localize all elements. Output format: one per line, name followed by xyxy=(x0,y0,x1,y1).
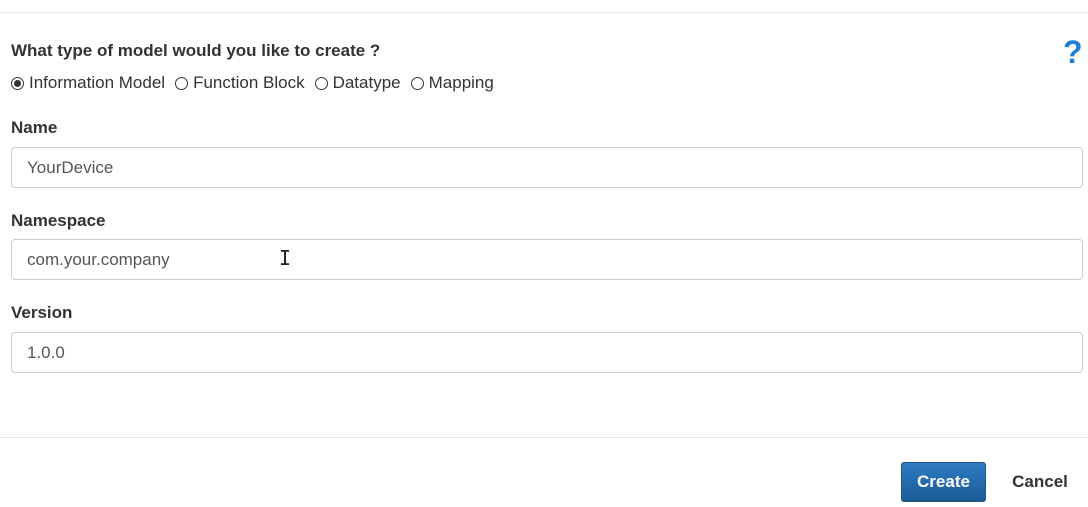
radio-datatype[interactable]: Datatype xyxy=(314,73,401,93)
version-label: Version xyxy=(11,303,73,322)
create-button[interactable]: Create xyxy=(901,462,986,502)
radio-information-model[interactable]: Information Model xyxy=(11,73,165,93)
radio-unchecked-icon[interactable] xyxy=(314,76,328,90)
create-model-dialog: What type of model would you like to cre… xyxy=(0,0,1088,507)
model-type-question: What type of model would you like to cre… xyxy=(11,41,381,60)
name-label: Name xyxy=(11,118,58,137)
namespace-input[interactable] xyxy=(11,239,1083,280)
radio-mapping[interactable]: Mapping xyxy=(410,73,494,93)
top-divider xyxy=(0,12,1088,13)
namespace-label: Namespace xyxy=(11,211,106,230)
radio-label: Datatype xyxy=(332,73,401,92)
radio-label: Function Block xyxy=(193,73,305,92)
cancel-button[interactable]: Cancel xyxy=(1000,462,1080,502)
radio-checked-icon[interactable] xyxy=(11,76,24,90)
radio-unchecked-icon[interactable] xyxy=(410,76,424,90)
radio-label: Mapping xyxy=(428,73,494,92)
model-type-radio-group: Information Model Function Block Datatyp… xyxy=(11,73,504,93)
footer-divider xyxy=(0,437,1088,438)
radio-function-block[interactable]: Function Block xyxy=(175,73,305,93)
help-icon[interactable]: ? xyxy=(1063,36,1083,68)
name-input[interactable] xyxy=(11,147,1083,188)
radio-unchecked-icon[interactable] xyxy=(175,76,189,90)
radio-label: Information Model xyxy=(29,73,166,92)
version-input[interactable] xyxy=(11,332,1083,373)
